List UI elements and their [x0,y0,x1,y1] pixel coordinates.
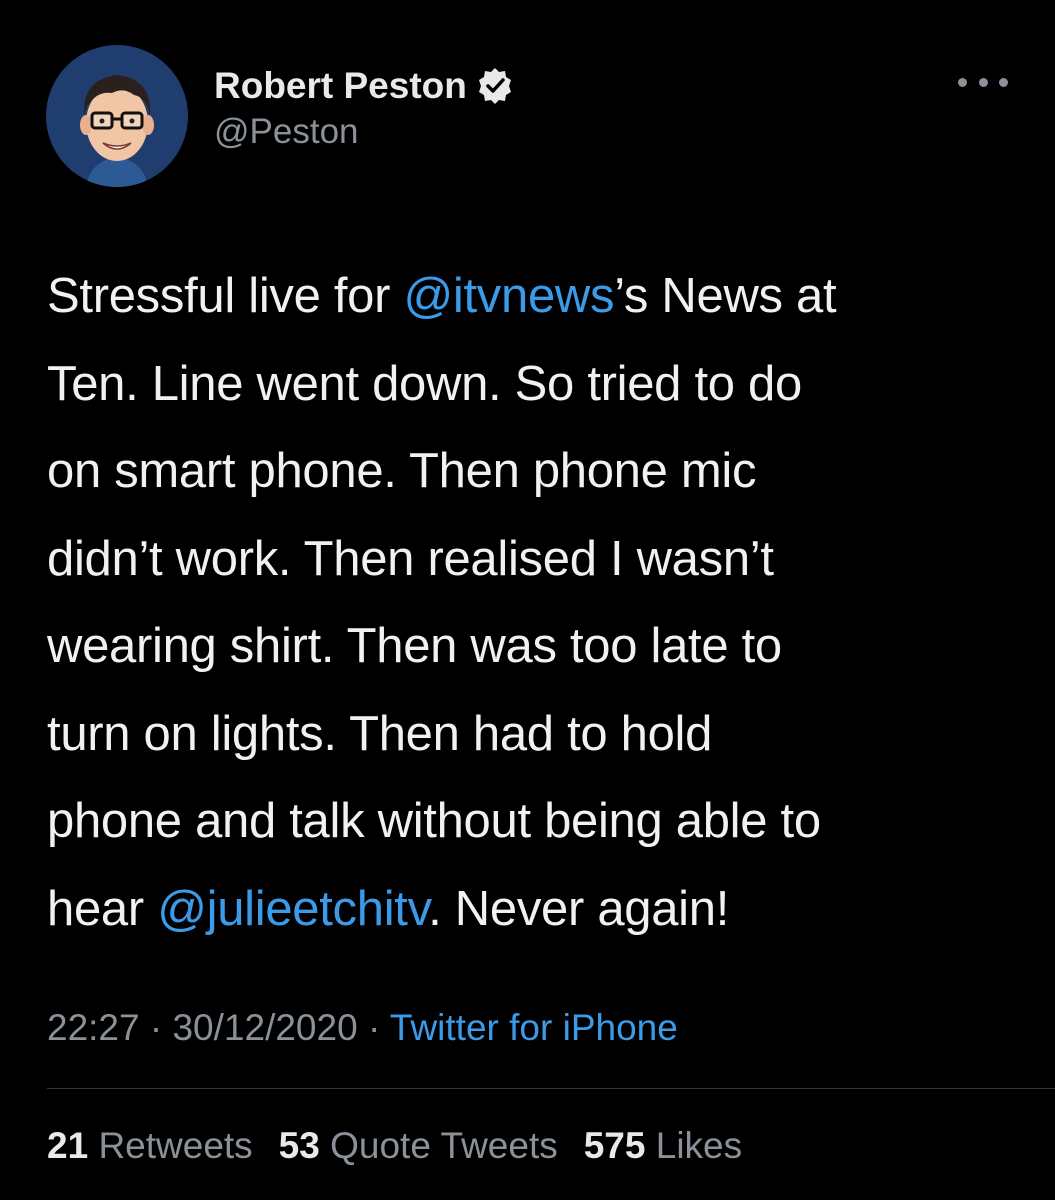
author-name-row[interactable]: Robert Peston [214,62,515,110]
tweet-text-line: phone and talk without being able to [47,778,1037,866]
author-handle[interactable]: @Peston [214,112,359,152]
quote-tweets-count: 53 [278,1125,320,1166]
tweet-text-line: didn’t work. Then realised I wasn’t [47,516,1037,604]
verified-badge-icon [475,66,515,106]
retweets-stat[interactable]: 21 Retweets [47,1125,253,1166]
retweets-count: 21 [47,1125,89,1166]
tweet-stats: 21 Retweets 53 Quote Tweets 575 Likes [47,1125,742,1167]
more-dot [978,77,988,87]
tweet-source-link[interactable]: Twitter for iPhone [390,1007,678,1048]
meta-separator: · [367,1007,381,1048]
tweet-date[interactable]: 30/12/2020 [172,1007,357,1048]
mention-link[interactable]: @julieetchitv [157,882,428,936]
tweet-text-line: on smart phone. Then phone mic [47,428,1037,516]
tweet-text-line: turn on lights. Then had to hold [47,691,1037,779]
tweet-text-line: Ten. Line went down. So tried to do [47,341,1037,429]
tweet-text-segment: Ten. Line went down. So tried to do [47,356,802,411]
tweet-time[interactable]: 22:27 [47,1007,140,1048]
tweet-text-segment: hear [47,881,158,936]
tweet-text: Stressful live for @itvnews’s News at Ten… [47,253,1037,953]
tweet-text-segment: turn on lights. Then had to hold [47,706,713,761]
more-dot [958,77,967,87]
tweet-text-segment: . Never again! [428,881,730,936]
tweet-text-segment: on smart phone. Then phone mic [47,444,757,498]
avatar[interactable] [46,45,188,187]
tweet-meta: 22:27 · 30/12/2020 · Twitter for iPhone [47,1007,678,1049]
tweet-text-segment: didn’t work. Then realised I wasn’t [47,531,774,586]
more-dot [999,77,1008,87]
likes-count: 575 [583,1125,646,1166]
tweet-text-segment: wearing shirt. Then was too late to [47,619,782,673]
mention-link[interactable]: @itvnews [403,269,614,323]
more-options-icon[interactable] [958,70,1008,94]
likes-label: Likes [655,1125,743,1166]
likes-stat[interactable]: 575 Likes [584,1125,742,1166]
tweet-text-segment: Stressful live for [47,269,404,323]
tweet-text-segment: phone and talk without being able to [47,794,821,848]
tweet-text-segment: ’s News at [614,269,837,323]
cartoon-avatar-icon [46,45,188,187]
author-display-name[interactable]: Robert Peston [214,65,467,107]
divider [47,1088,1055,1089]
tweet-text-line: hear @julieetchitv. Never again! [47,866,1037,954]
meta-separator: · [149,1007,163,1048]
quote-tweets-label: Quote Tweets [330,1125,558,1166]
quote-tweets-stat[interactable]: 53 Quote Tweets [279,1125,558,1166]
tweet-card: Robert Peston @Peston Stressful live for… [0,0,1055,1200]
tweet-text-line: Stressful live for @itvnews’s News at [47,253,1037,341]
tweet-text-line: wearing shirt. Then was too late to [47,603,1037,691]
retweets-label: Retweets [98,1125,253,1166]
